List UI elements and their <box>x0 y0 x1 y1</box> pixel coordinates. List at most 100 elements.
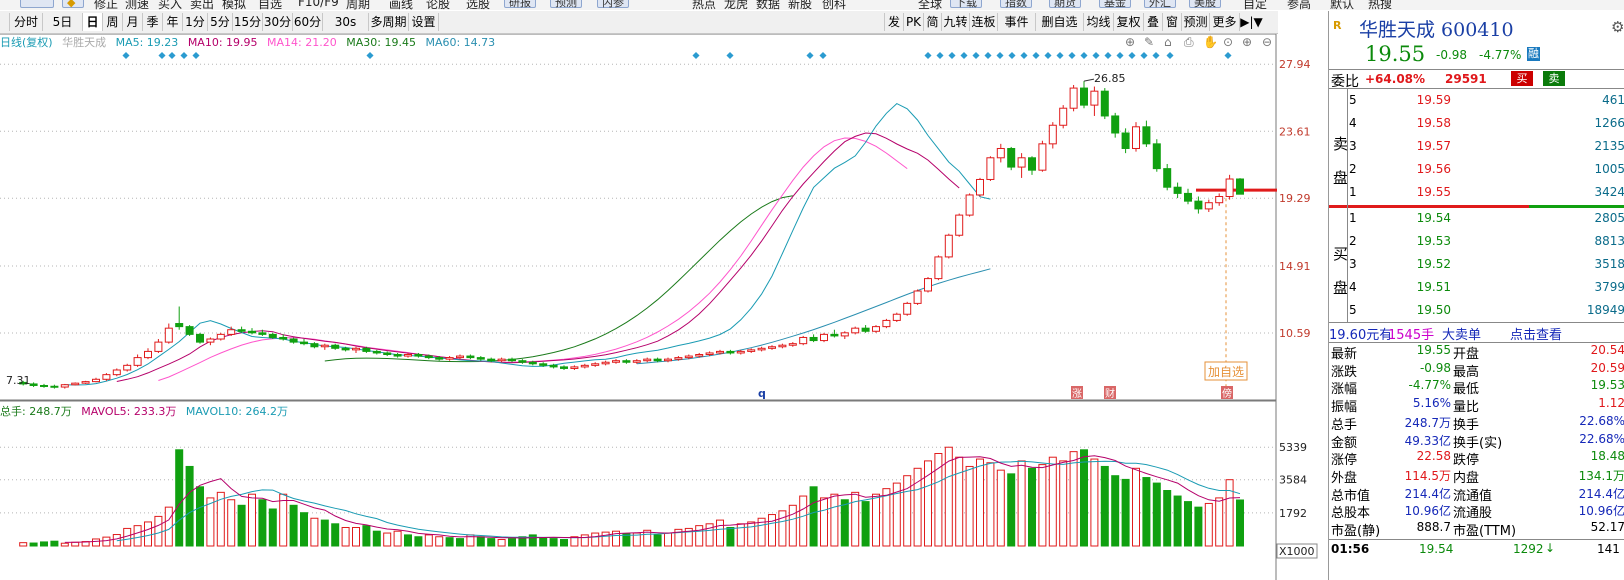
period-tab[interactable]: 多周期 <box>369 13 409 31</box>
bid-row[interactable]: 1 19.54 2805 <box>1329 211 1624 228</box>
chart-tool-icon[interactable]: ⊖ <box>1262 35 1272 49</box>
menu-item[interactable]: 修正 <box>94 0 118 10</box>
menu-button[interactable]: 预测 <box>550 0 582 9</box>
menu-button[interactable]: 外汇 <box>1144 0 1176 9</box>
menu-button[interactable]: 指数 <box>1000 0 1032 9</box>
tool-button[interactable]: 复权 <box>1113 13 1143 31</box>
menu-item[interactable]: 热点 <box>692 0 716 10</box>
menu-item[interactable]: 论股 <box>426 0 450 10</box>
period-tab[interactable]: 季 <box>143 13 163 31</box>
menu-item[interactable]: 自定 <box>1243 0 1267 10</box>
stat-value: 52.17 <box>1590 520 1624 534</box>
tool-button[interactable]: 预测 <box>1181 13 1209 31</box>
volume-bar <box>435 536 444 547</box>
menu-item[interactable]: 卖出 <box>190 0 214 10</box>
menu-item[interactable]: 选股 <box>466 0 490 10</box>
bid-price: 19.54 <box>1416 211 1451 225</box>
tool-button[interactable]: 九转 <box>941 13 969 31</box>
period-tab[interactable]: 设置 <box>409 13 439 31</box>
bid-row[interactable]: 2 19.53 8813 <box>1329 234 1624 251</box>
chart-tool-icon[interactable]: ⊙ <box>1223 35 1233 49</box>
menu-stub-button[interactable] <box>20 0 54 8</box>
period-tab[interactable]: 5分 <box>208 13 233 31</box>
menu-item[interactable]: 创科 <box>822 0 846 10</box>
tool-button[interactable]: 窗 <box>1162 13 1181 31</box>
tool-button[interactable]: 更多 <box>1209 13 1239 31</box>
menu-item[interactable]: 模拟 <box>222 0 246 10</box>
tool-button[interactable]: 删自选 <box>1035 13 1083 31</box>
period-tab[interactable]: 30分 <box>263 13 293 31</box>
period-tab[interactable]: 15分 <box>233 13 263 31</box>
menu-item[interactable]: 买入 <box>158 0 182 10</box>
buy-button[interactable]: 买 <box>1511 71 1533 86</box>
chart-tool-icon[interactable]: ⎙ <box>1184 35 1194 49</box>
chart-tool-icon[interactable]: ✎ <box>1144 35 1154 49</box>
ask-row[interactable]: 5 19.59 461 <box>1329 93 1624 110</box>
ask-row[interactable]: 4 19.58 1266 <box>1329 116 1624 133</box>
volume-bar <box>206 497 215 547</box>
menu-item[interactable]: 参高 <box>1287 0 1311 10</box>
settings-gear-icon[interactable]: ⚙ <box>1611 18 1624 36</box>
bid-row[interactable]: 4 19.51 3799 <box>1329 280 1624 297</box>
menu-button[interactable]: 期货 <box>1049 0 1081 9</box>
menu-item[interactable]: 数据 <box>756 0 780 10</box>
favorite-diamond-icon[interactable]: ◆ <box>62 0 84 9</box>
stat-label: 换手 <box>1453 417 1480 433</box>
period-tab[interactable]: 月 <box>123 13 143 31</box>
ma5-line <box>64 102 991 386</box>
sell-button[interactable]: 卖 <box>1543 71 1565 86</box>
period-tab[interactable]: 5日 <box>43 13 83 31</box>
ask-row[interactable]: 3 19.57 2135 <box>1329 139 1624 156</box>
menu-button[interactable]: 美股 <box>1189 0 1221 9</box>
period-tab[interactable]: 周 <box>103 13 123 31</box>
volume-bar <box>872 493 880 547</box>
candle <box>102 373 111 381</box>
menu-item[interactable]: 龙虎 <box>724 0 748 10</box>
period-tab[interactable]: 60分 <box>293 13 323 31</box>
period-tab[interactable]: 日 <box>83 13 103 31</box>
menu-item[interactable]: 全球 <box>918 0 942 10</box>
menu-item[interactable]: 周期 <box>346 0 370 10</box>
menu-button[interactable]: 基金 <box>1099 0 1131 9</box>
ask-volume: 461 <box>1602 93 1624 107</box>
period-tab[interactable]: 分时 <box>10 13 43 31</box>
bigorder-view-link[interactable]: 点击查看 <box>1510 324 1562 343</box>
kline-chart[interactable]: 27.94 23.61 19.29 14.91 10.59 26.85 7.31 加自选 q 涨 财… <box>0 34 1328 580</box>
tool-button[interactable]: 简 <box>923 13 941 31</box>
menu-button[interactable]: 研报 <box>504 0 536 9</box>
candle <box>60 383 69 389</box>
signal-diamond-icon <box>726 51 734 60</box>
ask-row[interactable]: 2 19.56 1005 <box>1329 162 1624 179</box>
chart-tool-icon[interactable]: ⊕ <box>1242 35 1252 49</box>
menu-item[interactable]: F10/F9 <box>298 0 339 9</box>
menu-item[interactable]: 默认 <box>1330 0 1354 10</box>
bid-row[interactable]: 3 19.52 3518 <box>1329 257 1624 274</box>
event-marker-label: 傍 <box>1222 387 1232 400</box>
period-tab[interactable]: 1分 <box>183 13 208 31</box>
menu-button[interactable]: 内参 <box>597 0 629 9</box>
chart-tool-icon[interactable]: ⌂ <box>1164 35 1172 49</box>
menu-item[interactable]: 自选 <box>258 0 282 10</box>
menu-item[interactable]: 画线 <box>389 0 413 10</box>
period-tab[interactable]: 年 <box>163 13 183 31</box>
tool-button[interactable]: 连板 <box>969 13 997 31</box>
menu-item[interactable]: 热搜 <box>1368 0 1392 10</box>
tool-button[interactable]: 均线 <box>1083 13 1113 31</box>
volume-bar <box>1100 465 1109 547</box>
tool-button[interactable]: 事件 <box>997 13 1035 31</box>
candle <box>508 357 516 363</box>
bid-row[interactable]: 5 19.50 18949 <box>1329 303 1624 320</box>
tool-button[interactable]: 发 <box>884 13 903 31</box>
signal-diamond-icon <box>996 51 1004 60</box>
chart-tool-icon[interactable]: ⊕ <box>1125 35 1135 49</box>
menu-item[interactable]: 新股 <box>788 0 812 10</box>
expand-icon[interactable]: ▶|▼ <box>1239 13 1263 31</box>
ask-row[interactable]: 1 19.55 3424 <box>1329 185 1624 202</box>
menu-button[interactable]: 下载 <box>950 0 982 9</box>
tool-button[interactable]: 叠 <box>1143 13 1162 31</box>
tool-button[interactable]: PK <box>903 13 923 31</box>
period-tab[interactable]: 30s <box>323 13 369 31</box>
chart-tool-icon[interactable]: ✋ <box>1203 35 1218 49</box>
menu-item[interactable]: 测速 <box>125 0 149 10</box>
bid-price: 19.53 <box>1416 234 1451 248</box>
